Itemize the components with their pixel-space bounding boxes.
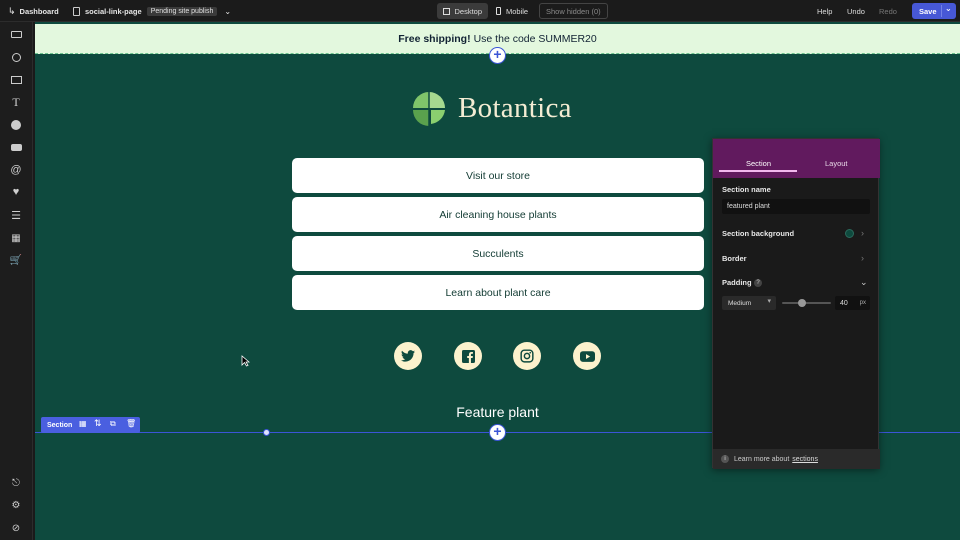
text-icon[interactable]: T [10, 95, 22, 109]
link-button-visit-store[interactable]: Visit our store [292, 158, 704, 193]
desktop-view-button[interactable]: Desktop [437, 3, 488, 19]
panel-tabs: Section Layout [713, 139, 880, 178]
list-icon[interactable]: ☰ [10, 209, 22, 222]
link-button-succulents[interactable]: Succulents [292, 236, 704, 271]
section-toolbar: Section ▦ ⇅ ⧉ 🗑 [41, 417, 140, 433]
duplicate-icon[interactable]: ⧉ [110, 419, 116, 429]
padding-help-icon[interactable]: ? [754, 279, 762, 287]
image-icon[interactable] [10, 74, 22, 86]
section-name-value: featured plant [727, 203, 770, 210]
padding-preset-value: Medium [728, 299, 752, 307]
preset-chevron-down-icon: ▾ [767, 298, 771, 305]
section-name-input[interactable]: featured plant [722, 199, 870, 214]
facebook-icon[interactable] [454, 342, 482, 370]
page-name: social-link-page [85, 6, 142, 16]
help-label: Help [817, 6, 833, 16]
grid-icon[interactable]: ▦ [10, 232, 22, 244]
mobile-icon [496, 7, 501, 15]
redo-label: Redo [879, 6, 897, 16]
desktop-icon [443, 7, 451, 15]
brand-name: Botantica [458, 91, 572, 124]
sections-help-link[interactable]: sections [792, 456, 818, 463]
mobile-view-button[interactable]: Mobile [490, 3, 534, 19]
save-dropdown-chevron-icon[interactable]: ⌄ [945, 4, 952, 13]
mouse-cursor-icon [241, 355, 250, 367]
top-bar: ↳ Dashboard social-link-page Pending sit… [0, 0, 960, 22]
cart-icon[interactable]: 🛒 [10, 254, 22, 266]
add-section-plus-icon[interactable]: + [489, 47, 506, 64]
instagram-icon[interactable] [513, 342, 541, 370]
padding-chevron-down-icon[interactable]: ⌄ [860, 277, 868, 288]
botantica-leaf-logo-icon [413, 92, 445, 126]
paint-roller-icon[interactable]: ⎋ [10, 477, 22, 489]
dashboard-link[interactable]: ↳ Dashboard [8, 0, 59, 22]
link-button-plant-care[interactable]: Learn about plant care [292, 275, 704, 310]
youtube-icon[interactable] [573, 342, 601, 370]
save-button[interactable]: Save ⌄ [912, 3, 956, 19]
shapes-icon[interactable] [10, 51, 22, 63]
padding-value: 40 [840, 299, 848, 307]
video-icon[interactable] [10, 119, 22, 131]
padding-unit: px [859, 300, 866, 306]
save-divider [941, 5, 942, 17]
brand-logo[interactable]: Botantica [411, 88, 572, 128]
section-settings-panel: Section Layout Section name featured pla… [712, 138, 880, 469]
border-chevron-right-icon[interactable]: › [861, 253, 864, 263]
mobile-label: Mobile [506, 6, 529, 16]
left-toolbar: T @ ♥ ☰ ▦ 🛒 ⎋ ⚙ ⊘ [0, 22, 33, 540]
undo-button[interactable]: Undo [841, 3, 871, 19]
add-section-below-plus-icon[interactable]: + [489, 424, 506, 441]
undo-label: Undo [847, 6, 865, 16]
padding-value-input[interactable]: 40 px [835, 296, 870, 310]
dashboard-label: Dashboard [19, 6, 59, 16]
panel-footer: i Learn more about sections [713, 449, 880, 469]
columns-icon[interactable]: ▦ [79, 419, 87, 428]
padding-preset-select[interactable]: Medium ▾ [722, 296, 776, 310]
publish-status-badge: Pending site publish [146, 6, 218, 16]
link-button-air-cleaning[interactable]: Air cleaning house plants [292, 197, 704, 232]
section-toolbar-label[interactable]: Section [47, 422, 72, 429]
padding-slider-track[interactable] [782, 302, 831, 304]
heart-icon[interactable]: ♥ [10, 186, 22, 198]
back-arrow-icon: ↳ [8, 5, 16, 16]
at-sign-icon[interactable]: @ [10, 164, 22, 176]
reorder-icon[interactable]: ⇅ [94, 418, 102, 429]
save-label: Save [919, 6, 937, 16]
chevron-down-icon[interactable]: ⌄ [224, 7, 231, 16]
tab-section[interactable]: Section [746, 159, 771, 168]
help-button[interactable]: Help [811, 3, 838, 19]
banner-text: Use the code SUMMER20 [473, 32, 597, 45]
info-icon: i [721, 455, 729, 463]
section-name-label: Section name [722, 185, 771, 194]
padding-slider-thumb[interactable] [797, 299, 806, 307]
hide-icon[interactable]: ⊘ [10, 522, 22, 534]
background-color-swatch[interactable] [845, 229, 854, 238]
border-label[interactable]: Border [722, 254, 747, 263]
section-background-label[interactable]: Section background [722, 229, 794, 238]
button-icon[interactable] [10, 141, 22, 153]
trash-icon[interactable]: 🗑 [126, 419, 136, 428]
show-hidden-button[interactable]: Show hidden (0) [539, 3, 608, 19]
twitter-icon[interactable] [394, 342, 422, 370]
desktop-label: Desktop [454, 6, 482, 16]
page-icon [73, 6, 80, 16]
sliders-icon[interactable]: ⚙ [10, 499, 22, 511]
page-selector[interactable]: social-link-page Pending site publish ⌄ [73, 0, 231, 22]
active-tab-indicator [719, 170, 797, 172]
banner-bold-text: Free shipping! [398, 32, 471, 45]
footer-text: Learn more about [734, 455, 790, 463]
show-hidden-label: Show hidden (0) [546, 6, 601, 16]
background-chevron-right-icon[interactable]: › [861, 228, 864, 238]
redo-button[interactable]: Redo [873, 3, 903, 19]
section-block-icon[interactable] [10, 28, 22, 40]
padding-resize-handle[interactable] [263, 429, 270, 436]
tab-layout[interactable]: Layout [825, 159, 848, 168]
padding-label: Padding [722, 278, 752, 287]
